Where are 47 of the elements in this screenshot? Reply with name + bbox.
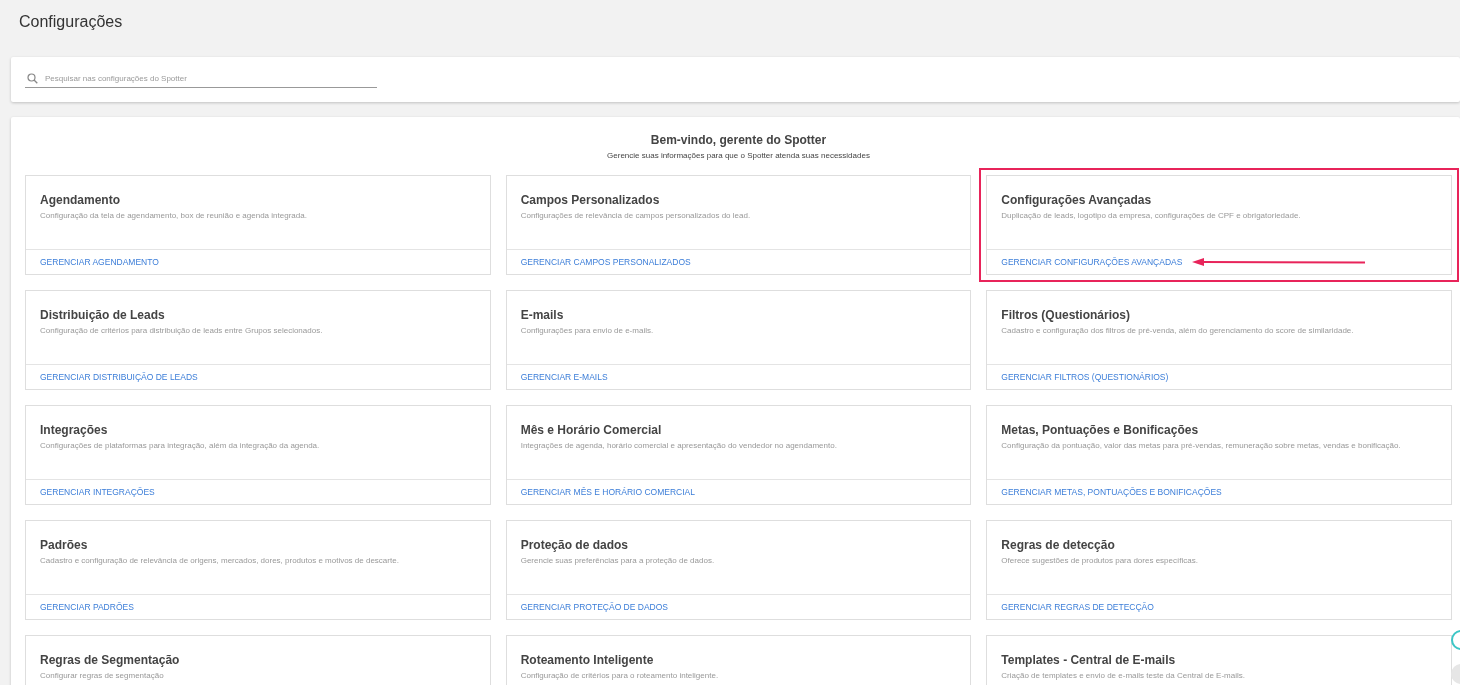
card-title: Padrões bbox=[40, 538, 89, 552]
manage-link[interactable]: GERENCIAR CONFIGURAÇÕES AVANÇADAS bbox=[1001, 257, 1183, 267]
card-title: Proteção de dados bbox=[520, 538, 630, 552]
card-title: Agendamento bbox=[40, 193, 121, 207]
card-title: Regras de Segmentação bbox=[40, 653, 181, 667]
card-description: Duplicação de leads, logotipo da empresa, configurações de CPF e obrigatoriedade. bbox=[1001, 211, 1302, 220]
welcome-title: Bem-vindo, gerente do Spotter bbox=[649, 133, 828, 147]
card-title: Configurações Avançadas bbox=[1001, 193, 1153, 207]
card-title: Templates - Central de E-mails bbox=[1001, 653, 1177, 667]
card-description: Integrações de agenda, horário comercial e apresentação do vendedor no agendamento. bbox=[520, 441, 838, 450]
card-description: Criação de templates e envio de e-mails teste da Central de E-mails. bbox=[1001, 671, 1246, 680]
card-description: Configurações de relevância de campos personalizados do lead. bbox=[520, 211, 752, 220]
card-title: Campos Personalizados bbox=[520, 193, 661, 207]
card-description: Configuração de critérios para distribuição de leads entre Grupos selecionados. bbox=[40, 326, 324, 335]
manage-link[interactable]: GERENCIAR PADRÕES bbox=[40, 602, 134, 612]
manage-link[interactable]: GERENCIAR INTEGRAÇÕES bbox=[40, 487, 155, 497]
card-title: Mês e Horário Comercial bbox=[520, 423, 663, 437]
manage-link[interactable]: GERENCIAR PROTEÇÃO DE DADOS bbox=[520, 602, 668, 612]
card-title: E-mails bbox=[520, 308, 565, 322]
manage-link[interactable]: GERENCIAR MÊS E HORÁRIO COMERCIAL bbox=[520, 487, 695, 497]
card-title: Distribuição de Leads bbox=[40, 308, 166, 322]
manage-link[interactable]: GERENCIAR E-MAILS bbox=[520, 372, 608, 382]
manage-link[interactable]: GERENCIAR METAS, PONTUAÇÕES E BONIFICAÇÕES bbox=[1001, 487, 1222, 497]
page-title: Configurações bbox=[19, 13, 123, 31]
card-title: Integrações bbox=[40, 423, 109, 437]
card-description: Configuração da tela de agendamento, box de reunião e agenda integrada. bbox=[40, 211, 308, 220]
manage-link[interactable]: GERENCIAR AGENDAMENTO bbox=[40, 257, 159, 267]
card-description: Configuração de critérios para o roteamento inteligente. bbox=[520, 671, 720, 680]
card-description: Configurar regras de segmentação bbox=[40, 671, 165, 680]
card-title: Regras de detecção bbox=[1001, 538, 1116, 552]
manage-link[interactable]: GERENCIAR FILTROS (QUESTIONÁRIOS) bbox=[1001, 372, 1169, 382]
card-description: Configurações de plataformas para integração, além da integração da agenda. bbox=[40, 441, 321, 450]
card-description: Oferece sugestões de produtos para dores específicas. bbox=[1001, 556, 1199, 565]
search-icon bbox=[27, 73, 38, 84]
card-description: Configuração da pontuação, valor das metas para pré-vendas, remuneração sobre metas, vendas e bonificação. bbox=[1001, 441, 1402, 450]
manage-link[interactable]: GERENCIAR CAMPOS PERSONALIZADOS bbox=[520, 257, 691, 267]
card-title: Metas, Pontuações e Bonificações bbox=[1001, 423, 1200, 437]
manage-link[interactable]: GERENCIAR DISTRIBUIÇÃO DE LEADS bbox=[40, 372, 198, 382]
welcome-subtitle: Gerencie suas informações para que o Spotter atenda suas necessidades bbox=[606, 151, 871, 160]
card-title: Roteamento Inteligente bbox=[520, 653, 655, 667]
search-field[interactable]: Pesquisar nas configurações do Spotter bbox=[45, 71, 377, 86]
card-description: Configurações para envio de e-mails. bbox=[520, 326, 655, 335]
card-description: Gerencie suas preferências para a proteção de dados. bbox=[520, 556, 716, 565]
card-description: Cadastro e configuração dos filtros de pré-venda, além do gerenciamento do score de similaridade. bbox=[1001, 326, 1355, 335]
manage-link[interactable]: GERENCIAR REGRAS DE DETECÇÃO bbox=[1001, 602, 1154, 612]
card-description: Cadastro e configuração de relevância de origens, mercados, dores, produtos e motivos de descarte. bbox=[40, 556, 400, 565]
card-title: Filtros (Questionários) bbox=[1001, 308, 1131, 322]
